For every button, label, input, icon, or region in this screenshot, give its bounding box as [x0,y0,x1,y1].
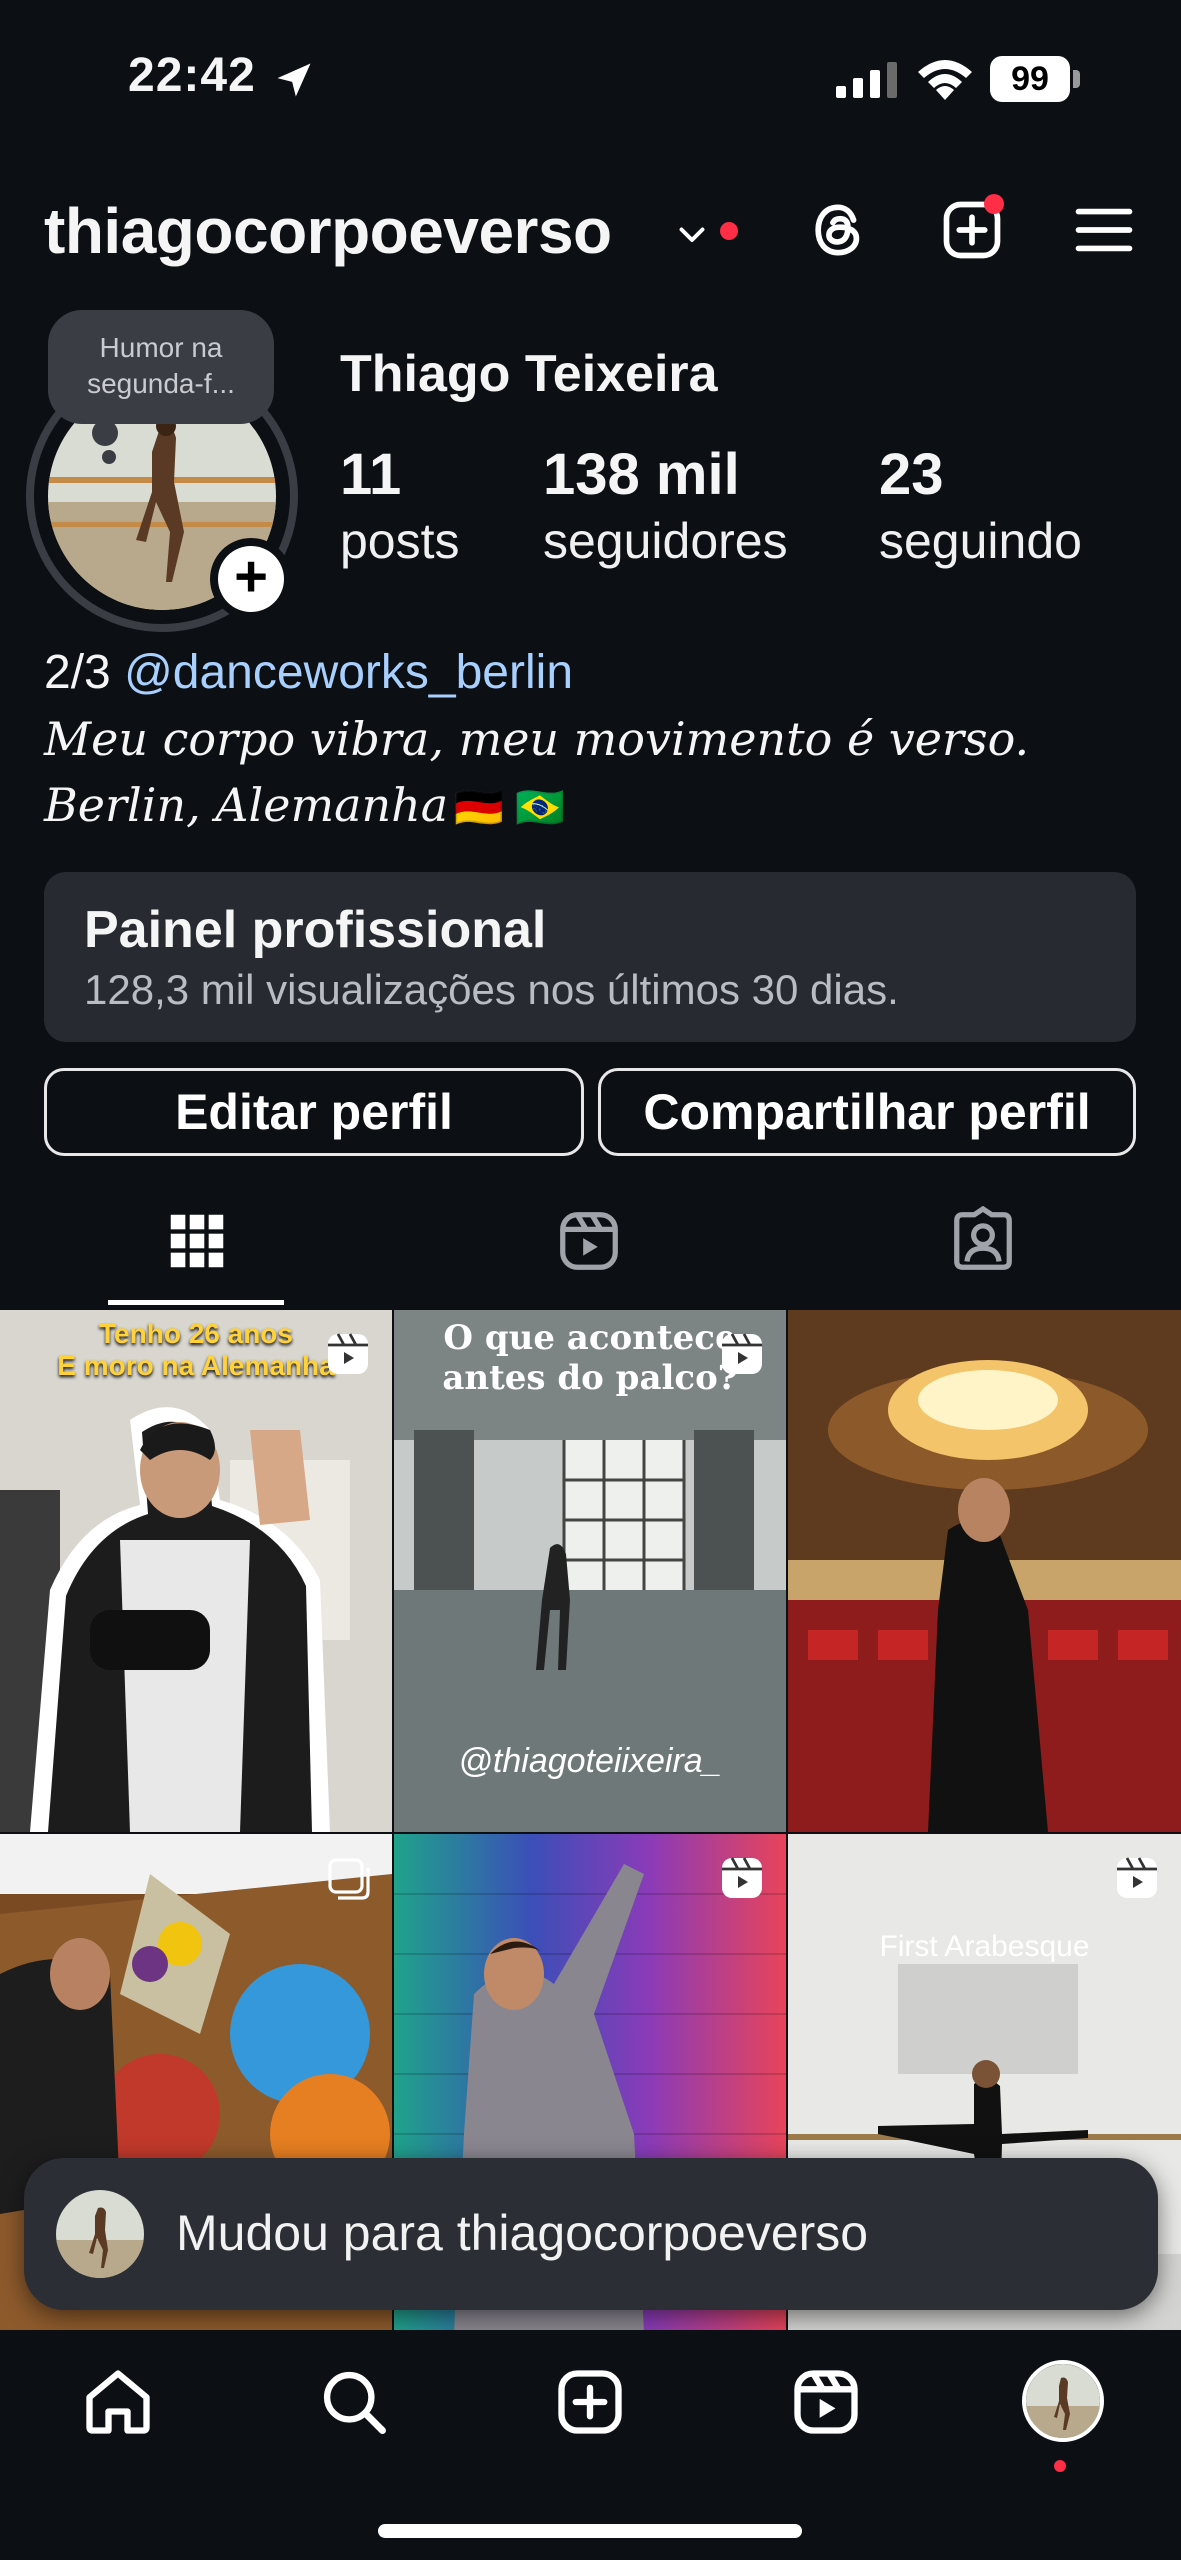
post-thumbnail[interactable]: O que acontece antes do palco? @thiagote… [394,1310,786,1832]
bio-flags: 🇩🇪 🇧🇷 [454,786,565,830]
stat-value: 11 [340,442,402,507]
cellular-signal-icon [836,62,897,98]
search-icon[interactable] [316,2364,392,2440]
bio-line-3: Berlin, Alemanha 🇩🇪 🇧🇷 [44,772,1144,841]
toast-message: Mudou para thiagocorpoeverso [176,2205,869,2261]
panel-subtitle: 128,3 mil visualizações nos últimos 30 d… [84,966,899,1013]
bio-line-1: 2/3 @danceworks_berlin [44,640,1144,706]
account-switcher[interactable]: thiagocorpoeverso [44,194,612,268]
tagged-tab-icon[interactable] [948,1206,1018,1276]
bio: 2/3 @danceworks_berlin Meu corpo vibra, … [44,640,1144,841]
profile-notification-dot [1054,2460,1066,2472]
post-image [788,1310,1181,1832]
profile-screen: 22:42 99 thiagocorpoeverso + Humor na se… [0,0,1181,2560]
profile-tabs [0,1190,1181,1310]
note-text: Humor na segunda-f... [87,332,235,399]
professional-dashboard[interactable]: Painel profissional 128,3 mil visualizaç… [44,872,1136,1042]
profile-nav-avatar[interactable] [1022,2360,1104,2442]
post-thumbnail[interactable] [788,1310,1181,1832]
reel-icon [722,1857,762,1898]
reel-icon [328,1333,368,1374]
home-icon[interactable] [80,2364,156,2440]
battery-level: 99 [990,56,1070,102]
stat-posts[interactable]: 11 posts [340,440,460,572]
share-profile-button[interactable]: Compartilhar perfil [598,1068,1136,1156]
status-bar: 22:42 99 [0,0,1181,150]
reels-icon[interactable] [788,2364,864,2440]
reel-icon [1117,1857,1157,1898]
account-notification-dot [720,222,738,240]
stat-value: 23 [879,442,944,507]
reels-tab-icon[interactable] [554,1206,624,1276]
grid-tab-icon[interactable] [162,1206,232,1276]
carousel-icon [328,1858,370,1900]
stat-label: posts [340,513,460,569]
toast-avatar [56,2190,144,2278]
stat-followers[interactable]: 138 mil seguidores [543,440,788,572]
post-image [0,1310,392,1832]
home-indicator[interactable] [378,2524,802,2538]
status-time: 22:42 [128,49,256,102]
add-story-button[interactable]: + [210,538,292,620]
bio-prefix: 2/3 [44,646,125,699]
edit-profile-button[interactable]: Editar perfil [44,1068,584,1156]
profile-header: thiagocorpoeverso [0,180,1181,280]
post-watermark: @thiagoteiixeira_ [458,1742,722,1780]
profile-note[interactable]: Humor na segunda-f... [48,310,274,424]
bio-mention-link[interactable]: @danceworks_berlin [124,646,573,699]
bio-location: Berlin, Alemanha [44,778,449,832]
panel-title: Painel profissional [84,901,547,959]
plus-icon: + [218,546,284,612]
stat-label: seguindo [879,513,1082,569]
menu-icon[interactable] [1070,196,1138,264]
stat-following[interactable]: 23 seguindo [879,440,1082,572]
full-name: Thiago Teixeira [340,345,718,403]
battery-icon: 99 [990,56,1080,102]
stat-value: 138 mil [543,442,740,507]
wifi-icon [918,60,972,100]
location-arrow-icon [277,63,311,97]
account-switch-toast: Mudou para thiagocorpoeverso [24,2158,1158,2310]
threads-icon[interactable] [804,196,872,264]
stat-label: seguidores [543,513,788,569]
bio-line-2: Meu corpo vibra, meu movimento é verso. [44,712,1030,766]
create-notification-dot [984,194,1004,214]
post-thumbnail[interactable]: Tenho 26 anos E moro na Alemanha [0,1310,392,1832]
post-caption: First Arabesque [879,1930,1090,1963]
reel-icon [722,1333,762,1374]
chevron-down-icon[interactable] [674,216,710,252]
create-icon[interactable] [552,2364,628,2440]
active-tab-indicator [108,1300,284,1305]
